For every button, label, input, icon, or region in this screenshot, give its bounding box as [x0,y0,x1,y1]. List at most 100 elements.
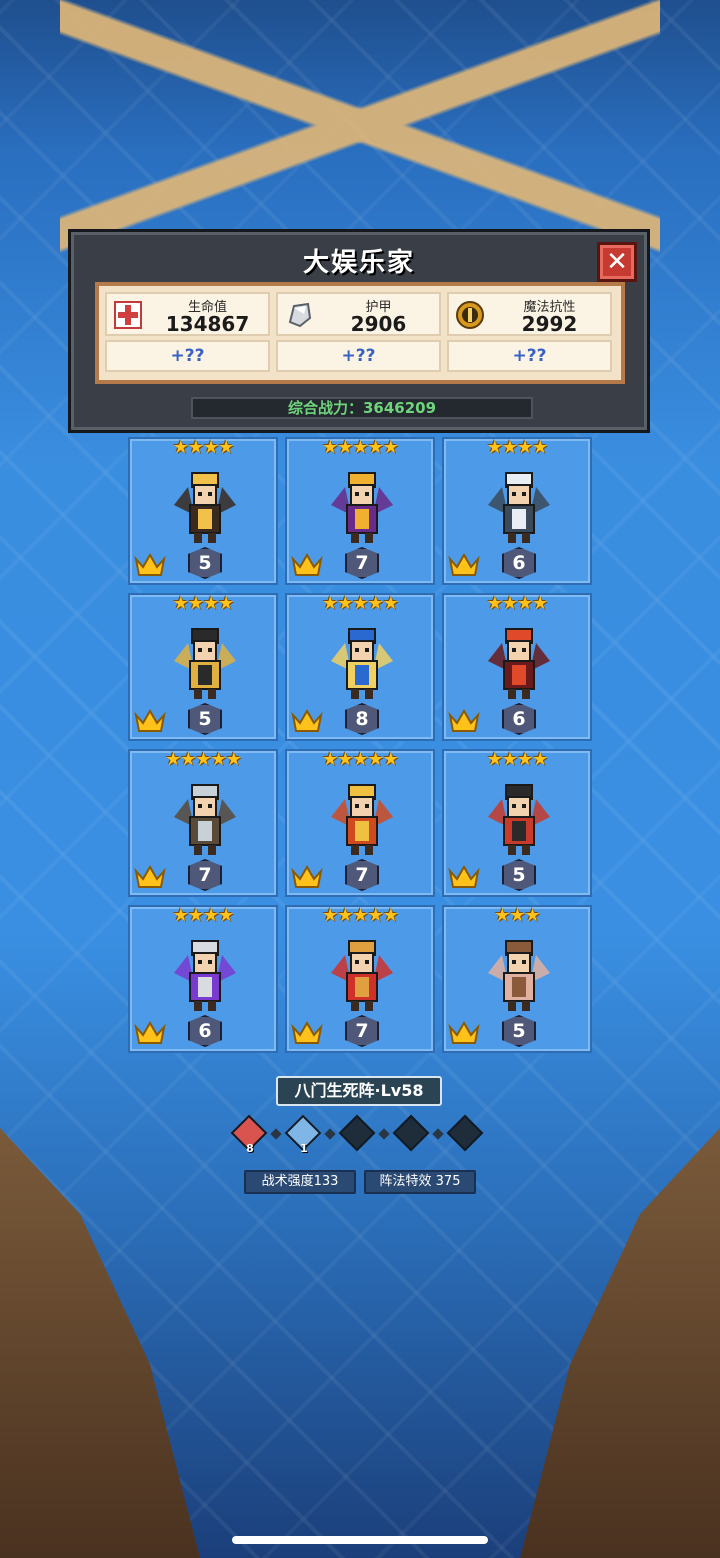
star-rating: ★★★★★ [165,749,242,770]
magic-resist-icon [453,298,487,332]
stat-bonus: +?? [105,340,270,372]
gem-link [324,1128,336,1140]
crown-icon [291,863,323,889]
hero-level-badge: 6 [502,547,536,579]
stat-main: 生命值 134867 [105,292,270,336]
stat-magic-resist: 魔法抗性 2992 +?? [447,292,612,376]
hero-sprite-icon [482,777,556,857]
hero-card[interactable]: ★★★★★ 7 [285,905,435,1053]
formation-gem-icon[interactable]: 1 [284,1114,322,1155]
stat-bonus: +?? [276,340,441,372]
crown-icon [134,707,166,733]
stat-health: 生命值 134867 +?? [105,292,270,376]
hero-card[interactable]: ★★★★★ 7 [128,749,278,897]
gem-count: 1 [300,1142,308,1155]
hero-sprite-icon [325,933,399,1013]
hero-card[interactable]: ★★★★ 6 [128,905,278,1053]
hero-sprite-icon [325,621,399,701]
star-rating: ★★★★ [172,593,235,614]
formation-effect: 阵法特效 375 [364,1170,476,1194]
formation-gems: 81 [230,1114,488,1156]
formation-gem-icon[interactable] [392,1114,430,1152]
hero-card[interactable]: ★★★★★ 7 [285,437,435,585]
hero-level-badge: 7 [345,547,379,579]
crown-icon [448,551,480,577]
star-rating: ★★★★ [172,437,235,458]
hero-sprite-icon [325,777,399,857]
stat-main: 护甲 2906 [276,292,441,336]
close-button[interactable]: ✕ [597,242,637,282]
hero-sprite-icon [168,933,242,1013]
gem-shape [446,1114,484,1152]
hero-sprite-icon [168,777,242,857]
home-indicator[interactable] [232,1536,488,1544]
formation-name[interactable]: 八门生死阵·Lv58 [276,1076,442,1106]
stat-main: 魔法抗性 2992 [447,292,612,336]
hero-card[interactable]: ★★★★★ 8 [285,593,435,741]
hero-level-badge: 7 [345,859,379,891]
star-rating: ★★★★★ [322,749,399,770]
crown-icon [134,551,166,577]
gem-shape [392,1114,430,1152]
health-cross-icon [111,298,145,332]
stat-armor: 护甲 2906 +?? [276,292,441,376]
star-rating: ★★★★★ [322,905,399,926]
hero-level-badge: 5 [502,859,536,891]
gem-shape [338,1114,376,1152]
hero-card[interactable]: ★★★ 5 [442,905,592,1053]
hero-card[interactable]: ★★★★ 5 [128,593,278,741]
stat-value: 2906 [350,312,407,336]
formation-gem-icon[interactable]: 8 [230,1114,268,1155]
gem-count: 8 [246,1142,254,1155]
hero-sprite-icon [325,465,399,545]
crown-icon [448,863,480,889]
star-rating: ★★★★ [486,437,549,458]
hero-level-badge: 7 [188,859,222,891]
crown-icon [291,707,323,733]
combat-power: 综合战力：3646209 [191,397,533,419]
hero-sprite-icon [482,465,556,545]
tactics-strength: 战术强度133 [244,1170,356,1194]
hero-sprite-icon [482,621,556,701]
hero-level-badge: 5 [188,703,222,735]
hero-sprite-icon [482,933,556,1013]
star-rating: ★★★★ [486,749,549,770]
star-rating: ★★★★ [486,593,549,614]
gem-link [378,1128,390,1140]
hero-level-badge: 6 [502,703,536,735]
formation-gem-icon[interactable] [338,1114,376,1152]
stat-bonus: +?? [447,340,612,372]
hero-sprite-icon [168,621,242,701]
stat-value: 134867 [165,312,250,336]
hero-level-badge: 6 [188,1015,222,1047]
star-rating: ★★★★ [172,905,235,926]
star-rating: ★★★ [494,905,540,926]
star-rating: ★★★★★ [322,437,399,458]
team-stats-panel: 大娱乐家 ✕ 生命值 134867 +?? 护甲 2906 +?? 魔法抗性 2… [68,229,650,433]
crown-icon [291,1019,323,1045]
crown-icon [134,1019,166,1045]
sand-rim [60,0,660,260]
hero-level-badge: 8 [345,703,379,735]
armor-shard-icon [282,298,316,332]
hero-level-badge: 7 [345,1015,379,1047]
crown-icon [448,1019,480,1045]
crown-icon [291,551,323,577]
panel-title: 大娱乐家 [302,248,415,278]
hero-card[interactable]: ★★★★ 5 [442,749,592,897]
formation-gem-icon[interactable] [446,1114,484,1152]
gem-link [270,1128,282,1140]
stats-box: 生命值 134867 +?? 护甲 2906 +?? 魔法抗性 2992 +?? [95,282,625,384]
close-icon: ✕ [606,247,628,277]
hero-card[interactable]: ★★★★ 5 [128,437,278,585]
hero-level-badge: 5 [188,547,222,579]
stat-value: 2992 [521,312,578,336]
star-rating: ★★★★★ [322,593,399,614]
hero-card[interactable]: ★★★★ 6 [442,593,592,741]
crown-icon [448,707,480,733]
hero-card[interactable]: ★★★★★ 7 [285,749,435,897]
hero-card[interactable]: ★★★★ 6 [442,437,592,585]
gem-link [432,1128,444,1140]
hero-sprite-icon [168,465,242,545]
crown-icon [134,863,166,889]
